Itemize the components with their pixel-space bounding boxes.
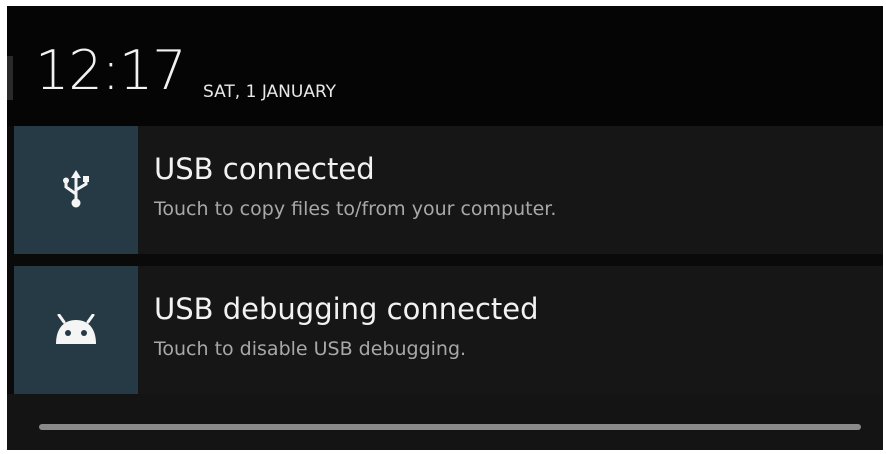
- notification-divider: [7, 254, 883, 266]
- notification-text: Touch to disable USB debugging.: [154, 338, 467, 360]
- notification-icon-tile: [14, 126, 138, 254]
- usb-icon: [63, 170, 89, 208]
- notification-text: Touch to copy files to/from your compute…: [154, 198, 557, 220]
- clock-time: 12:17: [35, 39, 187, 102]
- notification-usb-debugging[interactable]: USB debugging connected Touch to disable…: [14, 266, 883, 394]
- notification-icon-tile: [14, 266, 138, 394]
- notification-title: USB connected: [154, 152, 375, 186]
- notification-title: USB debugging connected: [154, 292, 539, 326]
- android-icon: [56, 314, 96, 344]
- drag-handle[interactable]: [39, 424, 861, 430]
- status-header: 12:17 SAT, 1 JANUARY: [7, 6, 883, 126]
- clock-date: SAT, 1 JANUARY: [203, 82, 337, 102]
- notification-shade: 12:17 SAT, 1 JANUARY USB connected Touch…: [7, 6, 883, 450]
- notification-usb-connected[interactable]: USB connected Touch to copy files to/fro…: [14, 126, 883, 254]
- shade-handle-area[interactable]: [7, 394, 883, 450]
- edge-fragment: [7, 56, 13, 100]
